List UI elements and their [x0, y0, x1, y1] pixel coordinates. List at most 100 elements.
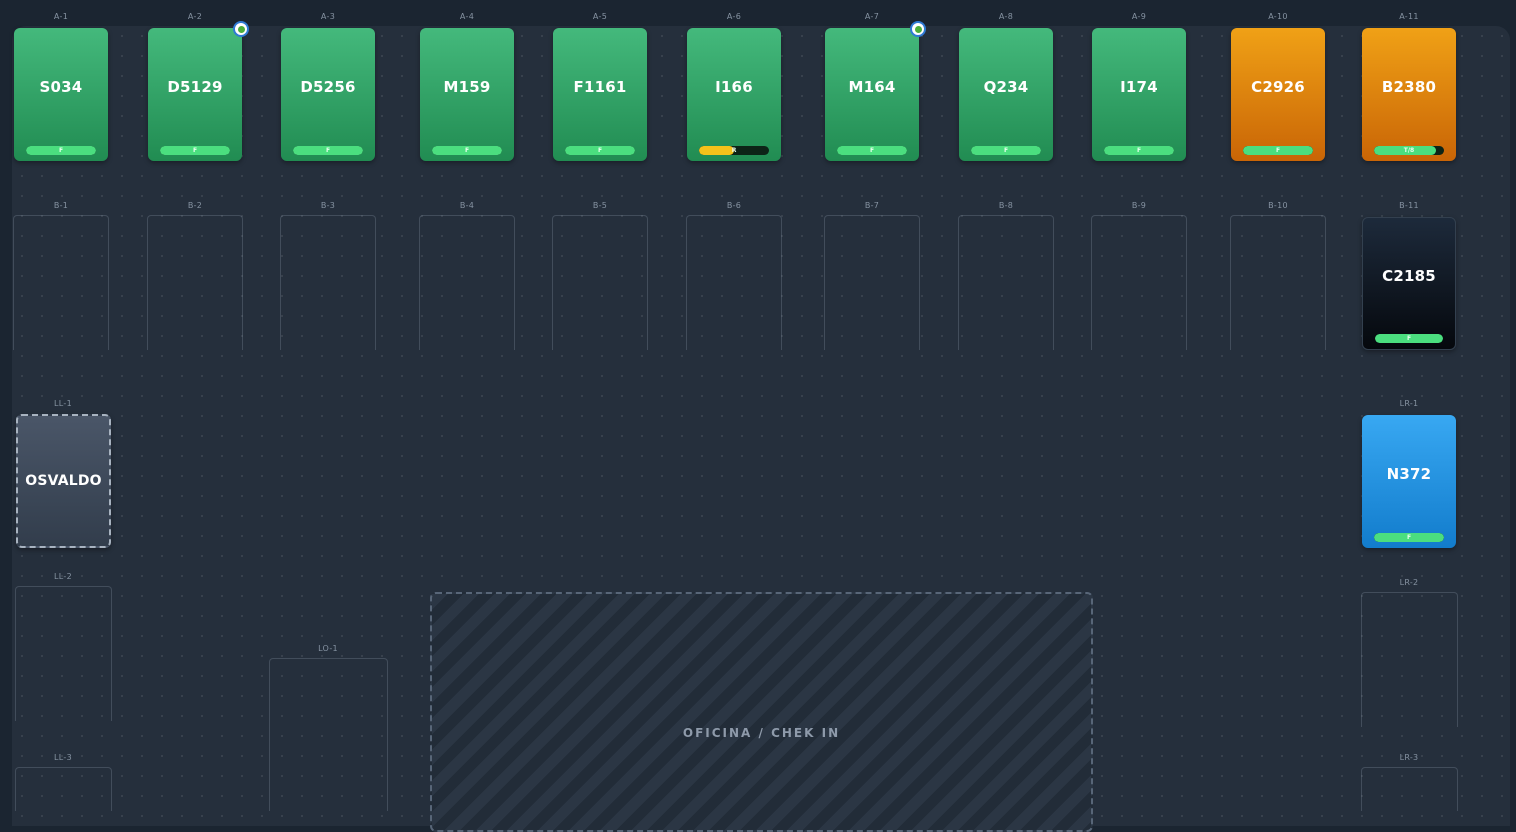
status-badge-icon[interactable] [233, 21, 249, 37]
slot-label-lr1: LR-1 [1399, 399, 1419, 408]
progress-bar: F [1375, 334, 1443, 343]
slot-label-a1: A-1 [53, 12, 69, 21]
slot-label-b9: B-9 [1131, 201, 1147, 210]
slot-label-b10: B-10 [1268, 201, 1288, 210]
vehicle-card-a8[interactable]: Q234 F [959, 28, 1053, 161]
vehicle-code: D5256 [300, 77, 356, 96]
slot-label-b3: B-3 [320, 201, 336, 210]
vehicle-code: N372 [1386, 464, 1432, 483]
vehicle-card-a3[interactable]: D5256 F [281, 28, 375, 161]
slot-label-ll2: LL-2 [54, 572, 72, 581]
progress-label: T/8 [1403, 147, 1415, 154]
empty-slot-b1[interactable] [13, 215, 109, 350]
progress-bar: T/8 [1374, 146, 1444, 155]
slot-label-ll1: LL-1 [54, 399, 72, 408]
slot-label-b11: B-11 [1399, 201, 1419, 210]
empty-slot-b9[interactable] [1091, 215, 1187, 350]
progress-label: F [464, 147, 470, 154]
slot-label-b1: B-1 [53, 201, 69, 210]
driver-name: OSVALDO [25, 473, 102, 489]
empty-slot-lr3[interactable] [1361, 767, 1458, 811]
slot-label-a4: A-4 [459, 12, 475, 21]
slot-label-a6: A-6 [726, 12, 742, 21]
progress-label: F [325, 147, 331, 154]
slot-label-b4: B-4 [459, 201, 475, 210]
slot-label-a11: A-11 [1399, 12, 1419, 21]
progress-bar: F [432, 146, 502, 155]
empty-slot-lo1[interactable] [269, 658, 388, 811]
empty-slot-b4[interactable] [419, 215, 515, 350]
vehicle-code: S034 [39, 77, 83, 96]
vehicle-card-a6[interactable]: I166 R [687, 28, 781, 161]
progress-label: F [192, 147, 198, 154]
empty-slot-b5[interactable] [552, 215, 648, 350]
progress-label: F [869, 147, 875, 154]
slot-label-a8: A-8 [998, 12, 1014, 21]
empty-slot-b7[interactable] [824, 215, 920, 350]
empty-slot-b2[interactable] [147, 215, 243, 350]
progress-label: F [597, 147, 603, 154]
progress-label: F [1136, 147, 1142, 154]
progress-bar: R [699, 146, 769, 155]
slot-label-b6: B-6 [726, 201, 742, 210]
progress-bar: F [160, 146, 230, 155]
empty-slot-lr2[interactable] [1361, 592, 1458, 727]
progress-label: F [1406, 335, 1412, 342]
office-zone-label: OFICINA / CHEK IN [682, 726, 841, 740]
empty-slot-b8[interactable] [958, 215, 1054, 350]
slot-label-a7: A-7 [864, 12, 880, 21]
vehicle-code: F1161 [573, 77, 627, 96]
vehicle-card-a2[interactable]: D5129 F [148, 21, 249, 161]
slot-label-ll3: LL-3 [54, 753, 72, 762]
slot-label-a3: A-3 [320, 12, 336, 21]
progress-bar: F [293, 146, 363, 155]
vehicle-card-b11[interactable]: C2185 F [1362, 217, 1456, 350]
progress-bar: F [26, 146, 96, 155]
slot-label-a2: A-2 [187, 12, 203, 21]
vehicle-card-a1[interactable]: S034 F [14, 28, 108, 161]
vehicle-code: I174 [1120, 77, 1158, 96]
empty-slot-ll2[interactable] [15, 586, 112, 721]
status-badge-icon[interactable] [910, 21, 926, 37]
slot-label-b2: B-2 [187, 201, 203, 210]
progress-bar: F [837, 146, 907, 155]
vehicle-code: M159 [443, 77, 491, 96]
slot-label-lr3: LR-3 [1399, 753, 1419, 762]
vehicle-card-a7[interactable]: M164 F [825, 21, 926, 161]
slot-label-a5: A-5 [592, 12, 608, 21]
progress-label: F [58, 147, 64, 154]
driver-card-osvaldo[interactable]: OSVALDO [16, 414, 111, 548]
slot-label-a10: A-10 [1268, 12, 1288, 21]
progress-label: F [1275, 147, 1281, 154]
vehicle-code: Q234 [983, 77, 1029, 96]
progress-bar: F [565, 146, 635, 155]
slot-label-lo1: LO-1 [318, 644, 338, 653]
vehicle-card-a11[interactable]: B2380 T/8 [1362, 28, 1456, 161]
progress-label: R [731, 147, 737, 154]
vehicle-code: I166 [715, 77, 753, 96]
progress-label: F [1406, 534, 1412, 541]
slot-label-b8: B-8 [998, 201, 1014, 210]
vehicle-card-lr1[interactable]: N372 F [1362, 415, 1456, 548]
slot-label-b5: B-5 [592, 201, 608, 210]
slot-label-a9: A-9 [1131, 12, 1147, 21]
progress-bar: F [971, 146, 1041, 155]
vehicle-code: D5129 [167, 77, 223, 96]
office-checkin-zone[interactable]: OFICINA / CHEK IN [430, 592, 1093, 832]
vehicle-card-a5[interactable]: F1161 F [553, 28, 647, 161]
empty-slot-b6[interactable] [686, 215, 782, 350]
progress-label: F [1003, 147, 1009, 154]
vehicle-card-a9[interactable]: I174 F [1092, 28, 1186, 161]
empty-slot-b10[interactable] [1230, 215, 1326, 350]
vehicle-card-a4[interactable]: M159 F [420, 28, 514, 161]
empty-slot-ll3[interactable] [15, 767, 112, 811]
slot-label-lr2: LR-2 [1399, 578, 1419, 587]
vehicle-code: B2380 [1381, 77, 1437, 96]
progress-bar: F [1104, 146, 1174, 155]
vehicle-code: M164 [848, 77, 896, 96]
vehicle-card-a10[interactable]: C2926 F [1231, 28, 1325, 161]
vehicle-code: C2185 [1382, 266, 1436, 285]
vehicle-code: C2926 [1251, 77, 1305, 96]
slot-label-b7: B-7 [864, 201, 880, 210]
empty-slot-b3[interactable] [280, 215, 376, 350]
